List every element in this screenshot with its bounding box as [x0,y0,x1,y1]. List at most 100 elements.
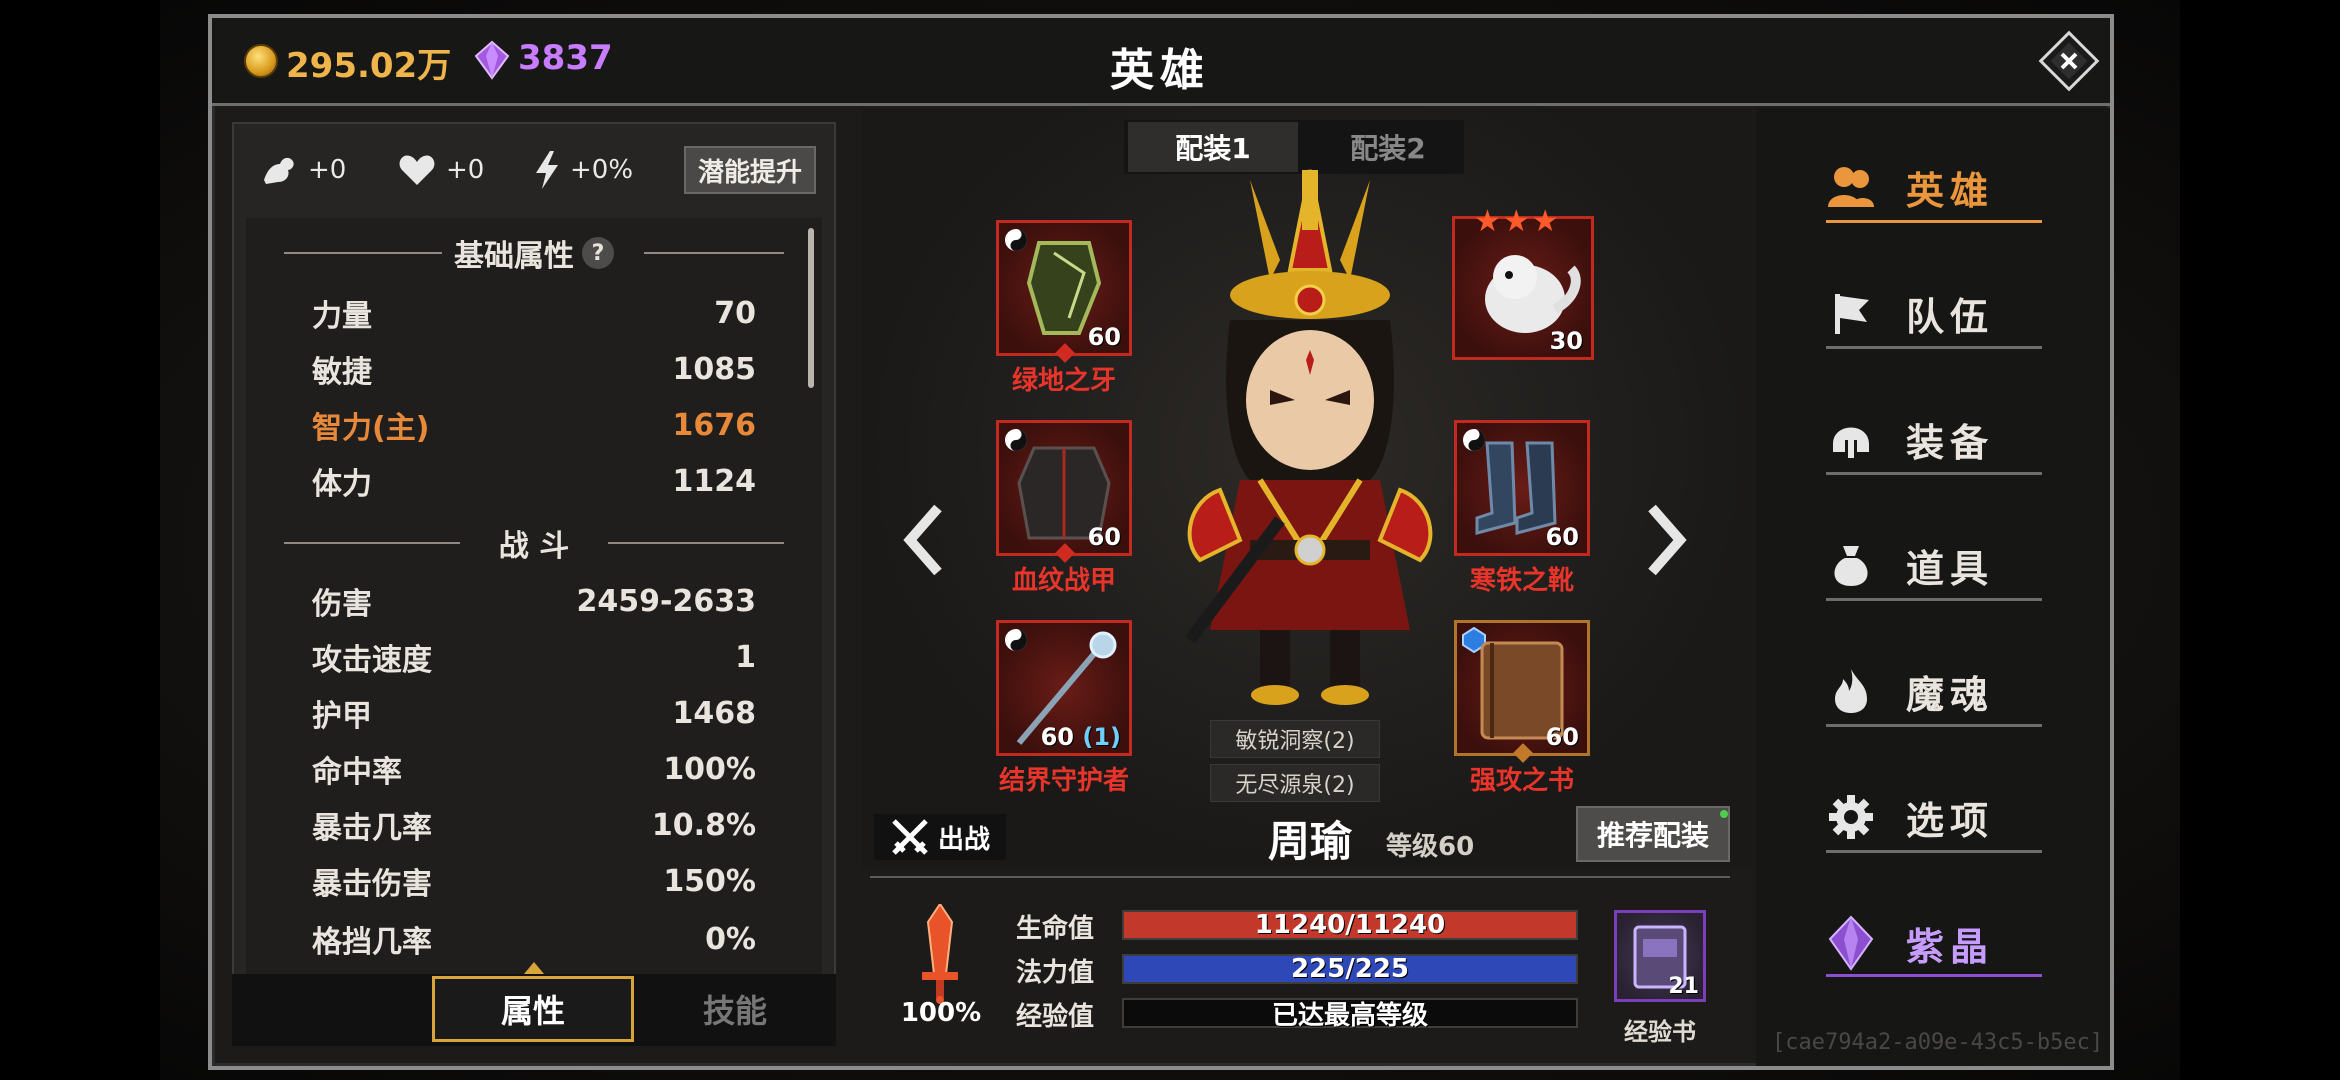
nav-team[interactable]: 队伍 [1826,278,2042,348]
stat-label: 智力(主) [312,411,430,446]
item-name: 结界守护者 [998,766,1129,796]
stat-value: 2459-2633 [576,583,756,619]
stat-label: 护甲 [312,699,372,734]
stat-row-crit-damage: 暴击伤害 150% [312,858,756,904]
arm-muscle-icon [264,157,294,184]
stat-row-stamina: 体力 1124 [312,458,756,504]
nav-underline [1826,724,2042,727]
divider [608,542,784,544]
nav-label: 队伍 [1906,294,1995,339]
equipment-slot-boots[interactable]: 60 [1454,420,1590,556]
page-title: 英雄 [1110,45,1210,96]
heart-icon [399,155,435,185]
stat-row-intelligence: 智力(主) 1676 [312,402,756,448]
scrollbar[interactable] [808,228,814,388]
exp-bar: 已达最高等级 [1122,998,1578,1031]
stat-label: 攻击速度 [312,643,432,678]
nav-heroes[interactable]: 英雄 [1826,152,2042,222]
nav-label: 道具 [1906,546,1995,591]
stat-label: 命中率 [312,755,402,790]
tab-indicator [524,962,544,974]
session-id: [cae794a2-a09e-43c5-b5ec] [1772,1030,2104,1055]
mp-label: 法力值 [1016,958,1095,988]
basic-attributes-header: 基础属性 ? [284,228,784,278]
mp-value: 225/225 [1290,954,1410,984]
strength-bonus: +0 [262,140,346,200]
power-percent: 100% [900,998,982,1028]
exp-book-slot[interactable]: 21 [1614,910,1706,1002]
stat-row-agility: 敏捷 1085 [312,346,756,392]
crossed-swords-icon [892,819,928,855]
gem-icon [474,40,510,80]
item-name: 血纹战甲 [1011,566,1116,596]
equipment-slot-weapon[interactable]: 60 (1) [996,620,1132,756]
stat-value: 10.8% [651,807,756,843]
divider [644,252,784,254]
exp-book-count: 21 [1668,974,1699,999]
letterbox-right [2180,0,2340,1080]
nav-amethyst[interactable]: 紫晶 [1826,908,2042,978]
equipment-slot-offhand[interactable]: 60 [996,220,1132,356]
nav-label: 魔魂 [1906,672,1995,717]
stat-label: 力量 [312,299,372,334]
stat-row-strength: 力量 70 [312,290,756,336]
item-name: 强攻之书 [1469,766,1574,796]
stat-label: 暴击几率 [312,811,432,846]
red-sword-icon [922,904,958,1004]
set-bonus-tag[interactable]: 无尽源泉(2) [1210,764,1380,802]
equipment-slot-armor[interactable]: 60 [996,420,1132,556]
stat-value: 70 [714,295,756,331]
hero-level: 等级60 [1386,832,1475,862]
nav-options[interactable]: 选项 [1826,782,2042,852]
nav-equipment[interactable]: 装备 [1826,404,2042,474]
flame-icon [1835,669,1867,713]
nav-items[interactable]: 道具 [1826,530,2042,600]
next-hero-arrow[interactable] [1640,500,1690,580]
nav-underline [1826,850,2042,853]
nav-underline [1826,346,2042,349]
stat-value: 1085 [672,351,757,387]
help-icon[interactable]: ? [582,237,614,269]
prev-hero-arrow[interactable] [900,500,950,580]
set-bonus-tag[interactable]: 敏锐洞察(2) [1210,720,1380,758]
deploy-label: 出战 [937,824,990,855]
deploy-button[interactable]: 出战 [874,814,1006,860]
item-level: 60 [1545,523,1579,551]
nav-soul[interactable]: 魔魂 [1826,656,2042,726]
stat-label: 伤害 [312,587,372,622]
stat-value: 0% [705,921,756,957]
heroes-icon [1828,167,1874,207]
crystal-icon [1828,915,1874,971]
exp-value: 已达最高等级 [1271,1000,1428,1031]
flag-icon [1835,294,1869,334]
stat-value: 1468 [672,695,757,731]
equipment-slot-tome[interactable]: 60 [1454,620,1590,756]
recommend-loadout-button[interactable]: 推荐配装 [1576,806,1730,862]
stat-row-attack-speed: 攻击速度 1 [312,634,756,680]
tab-attributes[interactable]: 属性 [432,976,634,1042]
nav-underline [1826,220,2042,223]
hero-model[interactable] [1160,160,1460,720]
nav-underline [1826,472,2042,475]
gold-coin-icon [244,44,278,78]
nav-underline [1826,598,2042,601]
mp-bar: 225/225 [1122,954,1578,984]
nav-underline [1826,974,2042,977]
bag-icon [1834,546,1868,586]
section-title: 基础属性 [454,239,574,274]
item-level: 60 (1) [1040,723,1121,751]
stat-row-damage: 伤害 2459-2633 [312,578,756,624]
tab-skills[interactable]: 技能 [660,976,810,1042]
stat-label: 格挡几率 [312,925,432,960]
potential-upgrade-button[interactable]: 潜能提升 [684,146,816,194]
hero-name: 周瑜 [1267,817,1352,866]
section-title: 战 斗 [498,529,570,564]
item-level: 60 [1087,523,1121,551]
pet-level: 30 [1549,327,1583,355]
hp-bar: 11240/11240 [1122,910,1578,940]
stat-value: 100% [663,751,756,787]
stat-value: 150% [663,863,756,899]
close-icon[interactable] [2036,28,2102,94]
stat-row-hit-rate: 命中率 100% [312,746,756,792]
nav-label: 紫晶 [1906,924,1995,969]
